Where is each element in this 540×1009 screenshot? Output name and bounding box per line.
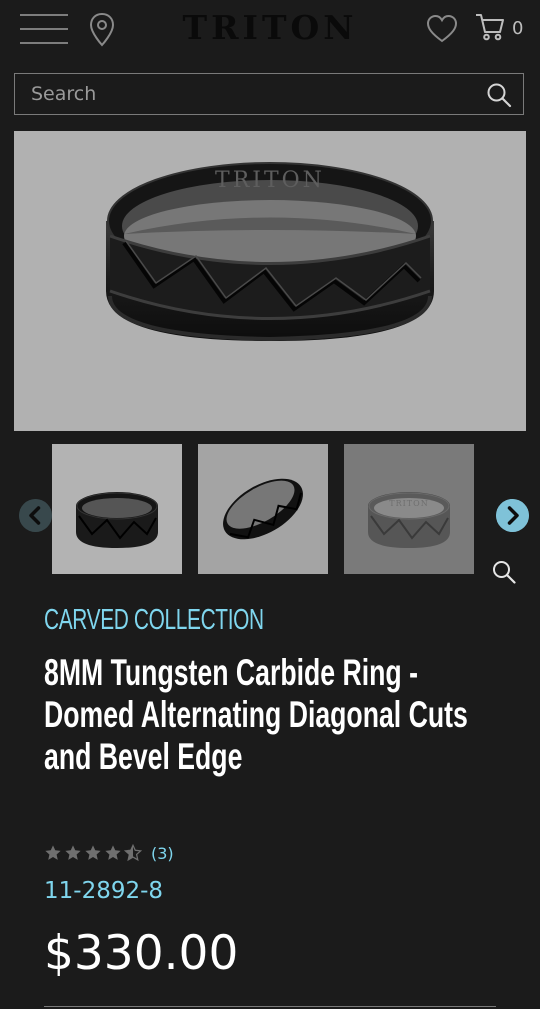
search-input[interactable] bbox=[15, 74, 475, 114]
star-half-icon bbox=[124, 844, 142, 862]
triton-logo[interactable]: TRITON bbox=[170, 8, 370, 47]
rating-stars[interactable]: (3) bbox=[44, 843, 174, 863]
heart-icon[interactable] bbox=[426, 14, 458, 44]
divider bbox=[44, 1006, 496, 1007]
cart-icon[interactable] bbox=[474, 12, 506, 42]
thumbnail-ring-image bbox=[76, 492, 158, 548]
cart-count[interactable]: 0 bbox=[512, 18, 523, 39]
collection-link[interactable]: CARVED COLLECTION bbox=[44, 604, 264, 637]
product-sku: 11-2892-8 bbox=[44, 878, 164, 904]
star-icon bbox=[85, 845, 101, 860]
search-icon[interactable] bbox=[485, 81, 513, 109]
chevron-right-icon[interactable] bbox=[496, 499, 529, 532]
thumbnail-2[interactable] bbox=[198, 444, 328, 574]
thumbnail-ring-image: TRITON bbox=[368, 492, 450, 548]
hamburger-menu-icon[interactable] bbox=[20, 12, 68, 46]
product-price: $330.00 bbox=[44, 926, 239, 981]
ring-engraving: TRITON bbox=[215, 168, 325, 193]
ring-image: TRITON bbox=[106, 162, 434, 342]
thumbnail-1[interactable] bbox=[52, 444, 182, 574]
site-header: TRITON 0 bbox=[0, 0, 540, 62]
star-icon bbox=[105, 845, 121, 860]
thumbnail-ring-image bbox=[223, 478, 303, 540]
location-pin-icon[interactable] bbox=[88, 12, 116, 48]
thumbnail-3[interactable]: TRITON bbox=[344, 444, 474, 574]
main-product-image[interactable]: TRITON bbox=[14, 131, 526, 431]
zoom-icon[interactable] bbox=[491, 559, 517, 585]
chevron-left-icon[interactable] bbox=[19, 499, 52, 532]
ring-engraving: TRITON bbox=[389, 499, 428, 508]
star-icon bbox=[65, 845, 81, 860]
star-icon bbox=[45, 845, 61, 860]
search-bar bbox=[14, 73, 524, 115]
review-count[interactable]: (3) bbox=[151, 844, 174, 863]
product-title: 8MM Tungsten Carbide Ring - Domed Altern… bbox=[44, 652, 468, 777]
